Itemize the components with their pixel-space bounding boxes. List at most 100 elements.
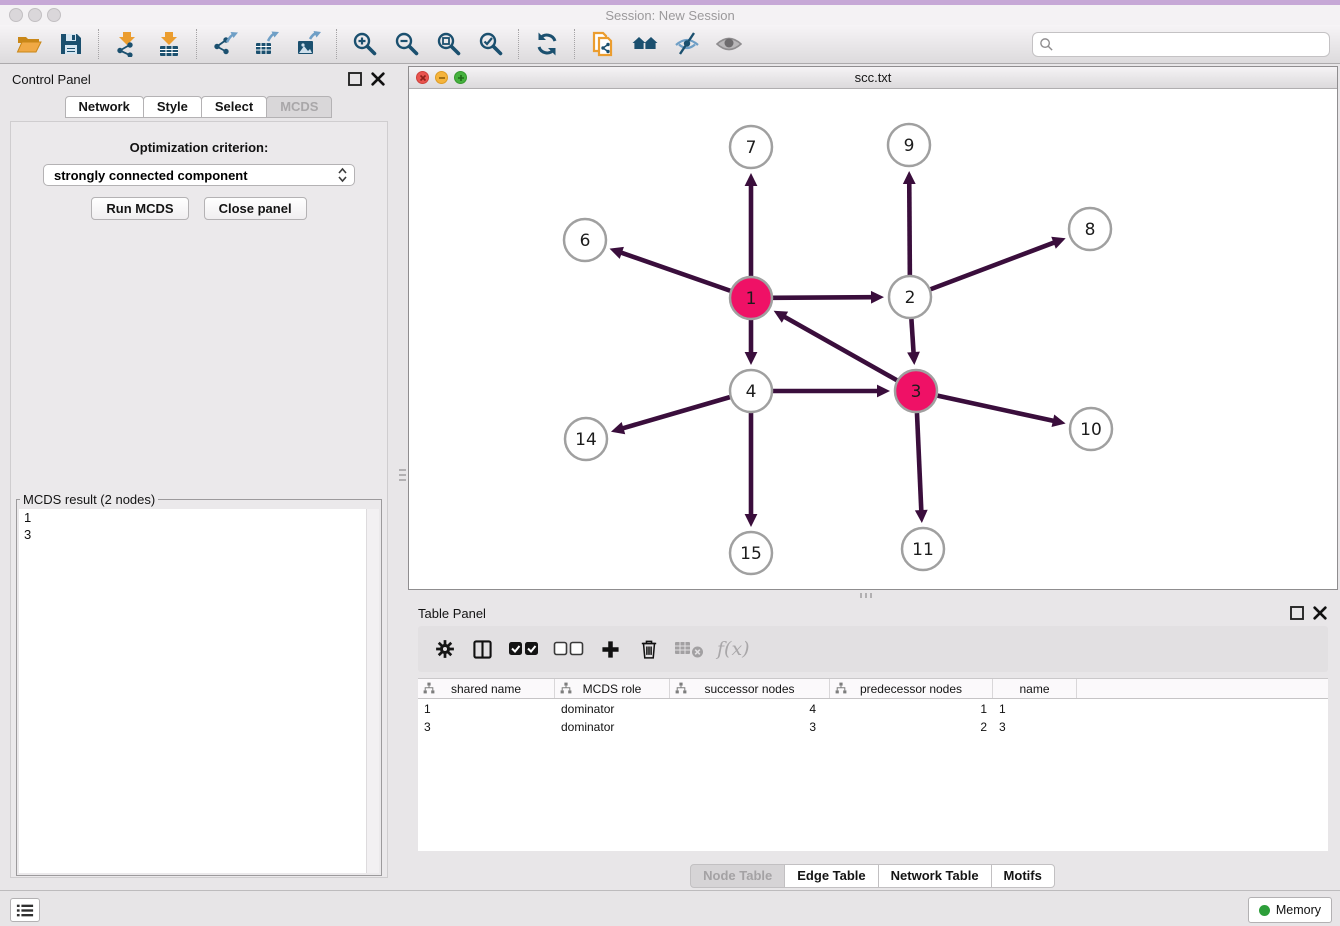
cell-predecessor-nodes[interactable]: 1 xyxy=(830,702,993,716)
graph-node-label: 2 xyxy=(905,288,916,308)
result-item[interactable]: 3 xyxy=(19,526,367,543)
graph-edge-arrowhead xyxy=(745,352,758,365)
graph-node-label: 6 xyxy=(580,231,591,251)
column-header-predecessor-nodes[interactable]: predecessor nodes xyxy=(830,679,993,698)
graph-edge-3-1[interactable] xyxy=(783,316,897,380)
delete-row-button[interactable] xyxy=(636,636,661,662)
maximize-view-button[interactable] xyxy=(454,71,467,84)
zoom-out-icon xyxy=(394,31,420,57)
cell-name[interactable]: 1 xyxy=(993,702,1077,716)
open-file-button[interactable] xyxy=(8,28,50,60)
import-table-button[interactable] xyxy=(148,28,190,60)
table-row[interactable]: 3dominator323 xyxy=(418,719,1328,735)
tab-motifs[interactable]: Motifs xyxy=(991,864,1055,888)
gear-button[interactable] xyxy=(432,636,457,662)
fx-button: f(x) xyxy=(717,636,750,662)
cell-mcds-role[interactable]: dominator xyxy=(555,702,670,716)
tab-network-table[interactable]: Network Table xyxy=(878,864,992,888)
zoom-in-icon xyxy=(352,31,378,57)
result-scrollbar[interactable] xyxy=(366,509,379,873)
graph-edge-arrowhead xyxy=(745,514,758,527)
graph-edge-1-6[interactable] xyxy=(620,252,730,291)
import-network-button[interactable] xyxy=(106,28,148,60)
export-image-icon xyxy=(296,31,322,57)
graph-edge-1-2[interactable] xyxy=(773,297,873,298)
hide-view-button[interactable] xyxy=(666,28,708,60)
refresh-button[interactable] xyxy=(526,28,568,60)
right-column: scc.txt 1234678910111415 Table Panel f xyxy=(408,66,1338,884)
tab-mcds[interactable]: MCDS xyxy=(266,96,332,118)
delete-row-icon xyxy=(638,638,660,660)
save-session-button[interactable] xyxy=(50,28,92,60)
zoom-in-button[interactable] xyxy=(344,28,386,60)
cell-name[interactable]: 3 xyxy=(993,720,1077,734)
show-view-button[interactable] xyxy=(708,28,750,60)
float-panel-icon[interactable] xyxy=(1289,605,1305,621)
export-network-icon xyxy=(212,31,238,57)
column-header-successor-nodes[interactable]: successor nodes xyxy=(670,679,830,698)
column-label: shared name xyxy=(451,682,521,696)
cell-shared-name[interactable]: 1 xyxy=(418,702,555,716)
select-all-button[interactable] xyxy=(508,636,540,662)
run-mcds-button[interactable]: Run MCDS xyxy=(91,197,188,220)
vertical-splitter[interactable] xyxy=(396,64,408,890)
result-item[interactable]: 1 xyxy=(19,509,367,526)
cell-predecessor-nodes[interactable]: 2 xyxy=(830,720,993,734)
cell-successor-nodes[interactable]: 4 xyxy=(670,702,830,716)
zoom-selected-button[interactable] xyxy=(470,28,512,60)
close-panel-icon[interactable] xyxy=(1312,605,1328,621)
table-panel-title: Table Panel xyxy=(418,606,486,621)
horizontal-splitter[interactable] xyxy=(408,590,1338,600)
graph-edge-4-14[interactable] xyxy=(622,397,730,429)
minimize-view-button[interactable] xyxy=(435,71,448,84)
clone-network-button[interactable] xyxy=(582,28,624,60)
graph-edge-2-9[interactable] xyxy=(909,182,910,275)
deselect-all-button[interactable] xyxy=(553,636,585,662)
tab-edge-table[interactable]: Edge Table xyxy=(784,864,878,888)
memory-button[interactable]: Memory xyxy=(1248,897,1332,923)
column-header-name[interactable]: name xyxy=(993,679,1077,698)
cell-shared-name[interactable]: 3 xyxy=(418,720,555,734)
export-network-button[interactable] xyxy=(204,28,246,60)
export-table-button[interactable] xyxy=(246,28,288,60)
tab-node-table[interactable]: Node Table xyxy=(690,864,785,888)
close-view-button[interactable] xyxy=(416,71,429,84)
close-panel-icon[interactable] xyxy=(370,71,386,87)
graph-edge-3-10[interactable] xyxy=(937,396,1054,421)
graph-edge-2-3[interactable] xyxy=(911,319,913,354)
tab-style[interactable]: Style xyxy=(143,96,202,118)
zoom-fit-button[interactable] xyxy=(428,28,470,60)
control-panel: Control Panel NetworkStyleSelectMCDS Opt… xyxy=(2,66,396,884)
add-row-button[interactable] xyxy=(598,636,623,662)
zoom-out-button[interactable] xyxy=(386,28,428,60)
mcds-result-box: MCDS result (2 nodes) 13 xyxy=(16,492,382,876)
export-image-button[interactable] xyxy=(288,28,330,60)
graph-edge-3-11[interactable] xyxy=(917,413,921,512)
graph-edge-2-8[interactable] xyxy=(931,242,1056,289)
graph-edge-arrowhead xyxy=(871,291,884,304)
control-panel-title: Control Panel xyxy=(12,72,91,87)
search-box[interactable] xyxy=(1032,32,1330,57)
network-canvas[interactable]: 1234678910111415 xyxy=(409,89,1337,589)
cell-successor-nodes[interactable]: 3 xyxy=(670,720,830,734)
task-history-button[interactable] xyxy=(10,898,40,922)
window-titlebar: Session: New Session xyxy=(0,5,1340,26)
tab-network[interactable]: Network xyxy=(65,96,144,118)
table-row[interactable]: 1dominator411 xyxy=(418,701,1328,717)
cell-mcds-role[interactable]: dominator xyxy=(555,720,670,734)
search-input[interactable] xyxy=(1054,36,1329,53)
graph-node-label: 4 xyxy=(746,382,757,402)
tab-select[interactable]: Select xyxy=(201,96,267,118)
mcds-button-row: Run MCDS Close panel xyxy=(11,197,387,220)
column-header-mcds-role[interactable]: MCDS role xyxy=(555,679,670,698)
split-view-button[interactable] xyxy=(470,636,495,662)
criterion-select[interactable]: strongly connected component xyxy=(43,164,355,186)
close-panel-button[interactable]: Close panel xyxy=(204,197,307,220)
splitter-grip[interactable] xyxy=(399,468,406,481)
go-home-button[interactable] xyxy=(624,28,666,60)
split-view-icon xyxy=(472,639,493,660)
node-table: shared name MCDS rolesuccessor nodesprede… xyxy=(418,678,1328,851)
float-panel-icon[interactable] xyxy=(347,71,363,87)
splitter-grip[interactable] xyxy=(860,593,873,598)
column-header-shared-name[interactable]: shared name xyxy=(418,679,555,698)
